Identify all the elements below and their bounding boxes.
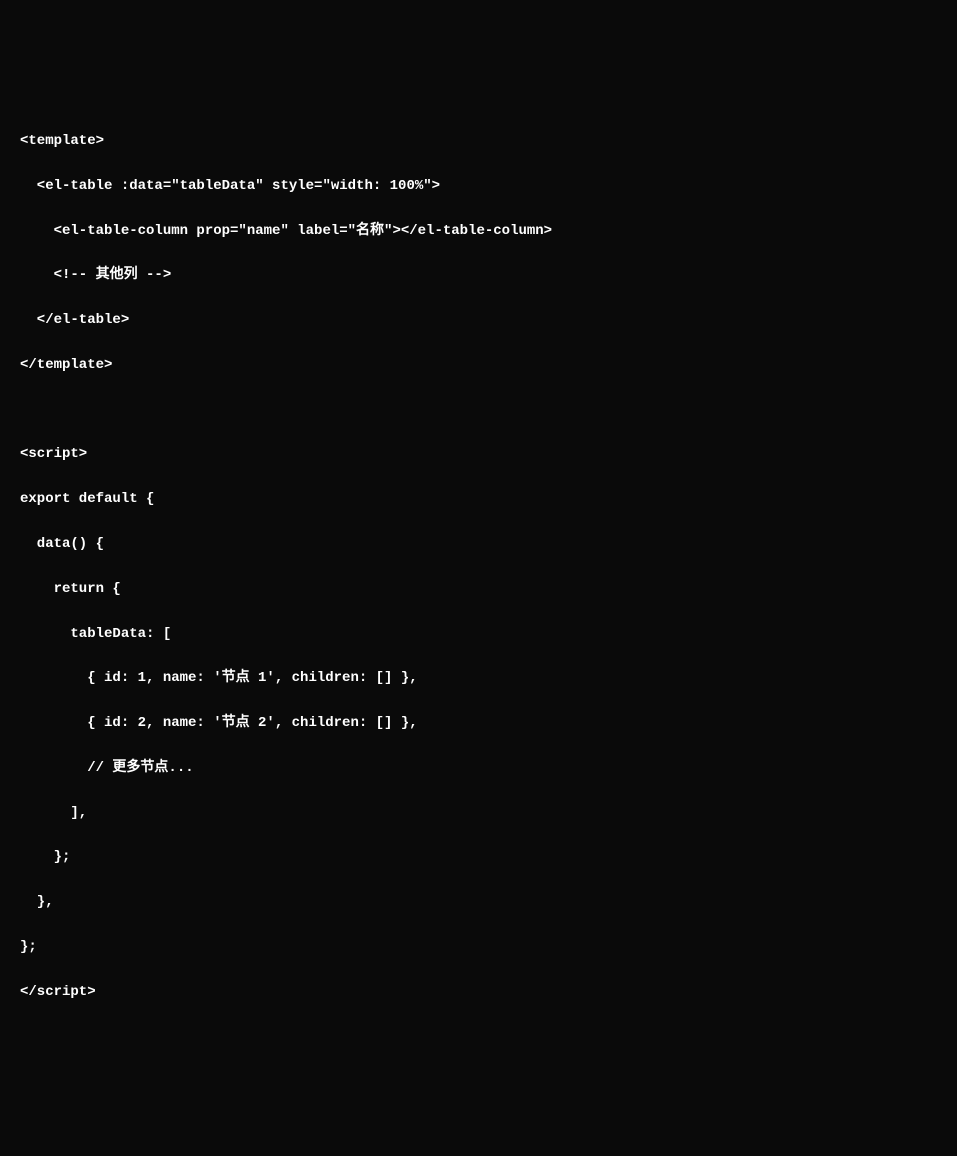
code-line: <el-table :data="tableData" style="width… xyxy=(20,175,937,197)
code-line: export default { xyxy=(20,488,937,510)
code-line: <!-- 其他列 --> xyxy=(20,264,937,286)
code-line: tableData: [ xyxy=(20,623,937,645)
code-line: <el-table-column prop="name" label="名称">… xyxy=(20,220,937,242)
code-line: data() { xyxy=(20,533,937,555)
code-line: </script> xyxy=(20,981,937,1003)
code-line: </template> xyxy=(20,354,937,376)
code-line: return { xyxy=(20,578,937,600)
code-line: { id: 1, name: '节点 1', children: [] }, xyxy=(20,667,937,689)
code-line: <script> xyxy=(20,443,937,465)
code-line: ], xyxy=(20,802,937,824)
code-line: <template> xyxy=(20,130,937,152)
code-line: // 更多节点... xyxy=(20,757,937,779)
code-block: <template> <el-table :data="tableData" s… xyxy=(20,108,937,1026)
code-line: }; xyxy=(20,846,937,868)
code-line: </el-table> xyxy=(20,309,937,331)
code-line xyxy=(20,399,937,421)
code-line: { id: 2, name: '节点 2', children: [] }, xyxy=(20,712,937,734)
code-line: }; xyxy=(20,936,937,958)
code-line: }, xyxy=(20,891,937,913)
